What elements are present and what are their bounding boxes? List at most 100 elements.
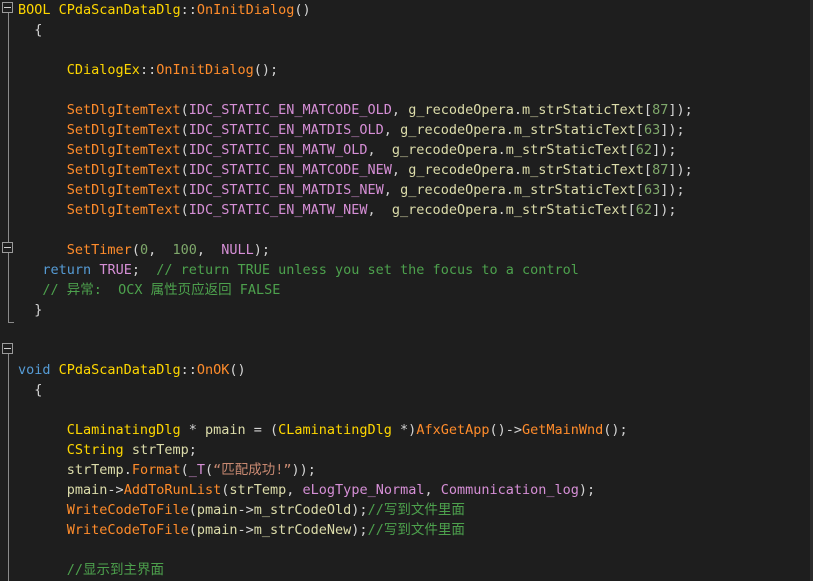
code-token: ); — [253, 242, 271, 258]
code-token: CPdaScanDataDlg — [58, 362, 181, 378]
code-line[interactable] — [18, 40, 810, 60]
code-token: ]); — [652, 142, 677, 158]
code-line[interactable] — [18, 340, 810, 360]
code-token: g_recodeOpera — [391, 142, 498, 158]
code-token: ); — [351, 502, 368, 518]
code-line[interactable]: SetDlgItemText(IDC_STATIC_EN_MATCODE_OLD… — [18, 100, 810, 120]
code-line[interactable] — [18, 540, 810, 560]
code-token: 62 — [635, 202, 653, 218]
code-line[interactable]: SetDlgItemText(IDC_STATIC_EN_MATCODE_NEW… — [18, 160, 810, 180]
code-token: 87 — [652, 102, 669, 118]
code-line[interactable]: //显示到主界面 — [18, 560, 810, 580]
code-token: = ( — [245, 422, 279, 438]
code-token: eLogType_Normal — [302, 482, 425, 498]
fold-marker-return-block[interactable] — [2, 242, 13, 253]
code-token: CLaminatingDlg — [278, 422, 392, 438]
code-line[interactable]: CLaminatingDlg * pmain = (CLaminatingDlg… — [18, 420, 810, 440]
code-line[interactable]: SetDlgItemText(IDC_STATIC_EN_MATDIS_OLD,… — [18, 120, 810, 140]
code-token: OnInitDialog — [156, 62, 254, 78]
code-token: m_strCodeOld — [253, 502, 352, 518]
code-token: ( — [188, 522, 197, 538]
code-line[interactable]: BOOL CPdaScanDataDlg::OnInitDialog() — [18, 0, 810, 20]
code-token: ( — [180, 142, 189, 158]
code-token: [ — [627, 142, 636, 158]
code-token: NULL — [221, 242, 254, 258]
code-token: [ — [635, 182, 644, 198]
code-editor[interactable]: BOOL CPdaScanDataDlg::OnInitDialog() { C… — [0, 0, 813, 581]
code-line[interactable] — [18, 80, 810, 100]
code-token: * — [180, 422, 205, 438]
fold-gutter[interactable] — [0, 0, 18, 581]
code-token: SetDlgItemText — [66, 102, 181, 118]
code-token: , — [148, 242, 173, 258]
code-content[interactable]: BOOL CPdaScanDataDlg::OnInitDialog() { C… — [18, 0, 810, 581]
code-line[interactable]: SetDlgItemText(IDC_STATIC_EN_MATW_OLD, g… — [18, 140, 810, 160]
code-line[interactable]: CString strTemp; — [18, 440, 810, 460]
code-token: IDC_STATIC_EN_MATDIS_OLD — [188, 122, 384, 138]
code-token: SetDlgItemText — [66, 142, 181, 158]
code-token: ()-> — [489, 422, 522, 438]
code-token: , — [391, 102, 409, 118]
code-line[interactable]: WriteCodeToFile(pmain->m_strCodeNew);//写… — [18, 520, 810, 540]
code-line[interactable]: WriteCodeToFile(pmain->m_strCodeOld);//写… — [18, 500, 810, 520]
code-token: -> — [107, 482, 124, 498]
code-token: , — [383, 122, 401, 138]
code-token: . — [505, 122, 514, 138]
code-token: ( — [180, 202, 189, 218]
code-token: Format — [131, 462, 181, 478]
code-token: 87 — [652, 162, 669, 178]
code-token: . — [497, 202, 506, 218]
code-token: [ — [643, 102, 653, 118]
code-token: 100 — [172, 242, 197, 258]
code-token: m_strStaticText — [505, 142, 628, 158]
code-line[interactable] — [18, 400, 810, 420]
code-token: IDC_STATIC_EN_MATW_OLD — [188, 142, 368, 158]
code-token: BOOL — [18, 2, 51, 18]
code-token: SetDlgItemText — [66, 202, 181, 218]
code-token: ( — [180, 182, 189, 198]
code-token: , — [391, 162, 409, 178]
code-token: //写到文件里面 — [367, 522, 465, 538]
code-line[interactable]: return TRUE; // return TRUE unless you s… — [18, 260, 810, 280]
code-line[interactable]: SetDlgItemText(IDC_STATIC_EN_MATW_NEW, g… — [18, 200, 810, 220]
code-token: ]); — [652, 202, 677, 218]
code-token: TRUE — [99, 262, 132, 278]
code-line[interactable]: CDialogEx::OnInitDialog(); — [18, 60, 810, 80]
code-line[interactable] — [18, 320, 810, 340]
code-line[interactable]: { — [18, 380, 810, 400]
fold-marker-onok[interactable] — [2, 343, 13, 354]
code-token: g_recodeOpera — [391, 202, 498, 218]
code-token: :: — [180, 362, 197, 378]
code-token: ]); — [668, 102, 693, 118]
code-line[interactable]: void CPdaScanDataDlg::OnOK() — [18, 360, 810, 380]
code-token: m_strStaticText — [505, 202, 628, 218]
code-token: *) — [391, 422, 417, 438]
code-token: 62 — [635, 142, 653, 158]
code-line[interactable]: { — [18, 20, 810, 40]
code-token: . — [513, 162, 522, 178]
code-token: ( — [180, 462, 189, 478]
code-line[interactable]: } — [18, 300, 810, 320]
code-token: ); — [578, 482, 596, 498]
code-line[interactable]: // 异常: OCX 属性页应返回 FALSE — [18, 280, 810, 300]
code-token: g_recodeOpera — [408, 162, 514, 178]
code-line[interactable]: pmain->AddToRunList(strTemp, eLogType_No… — [18, 480, 810, 500]
code-token: m_strStaticText — [513, 182, 636, 198]
code-token: return — [42, 262, 92, 278]
code-token: , — [367, 142, 392, 158]
code-line[interactable] — [18, 220, 810, 240]
code-line[interactable]: SetDlgItemText(IDC_STATIC_EN_MATDIS_NEW,… — [18, 180, 810, 200]
code-token: ; — [131, 262, 157, 278]
code-line[interactable]: SetTimer(0, 100, NULL); — [18, 240, 810, 260]
code-line[interactable]: strTemp.Format(_T(“匹配成功!”)); — [18, 460, 810, 480]
fold-marker-oninitdialog[interactable] — [2, 2, 13, 13]
code-token: pmain — [196, 522, 238, 538]
code-token: )); — [291, 462, 316, 478]
